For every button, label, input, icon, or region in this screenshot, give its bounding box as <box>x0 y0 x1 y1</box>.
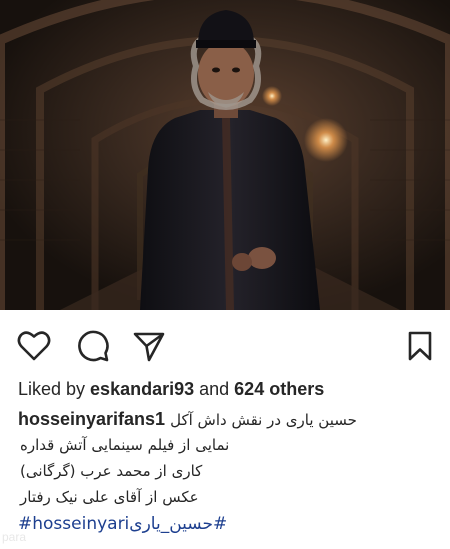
post-photo-image <box>0 0 450 310</box>
caption-first-row: hosseinyarifans1 حسین یاری در نقش داش آک… <box>18 406 438 432</box>
likes-middle: and <box>194 379 235 399</box>
caption-line: عکس از آقای علی نیک رفتار <box>20 488 199 506</box>
caption-username-link[interactable]: hosseinyarifans1 <box>18 409 165 429</box>
heart-icon <box>17 331 51 361</box>
save-button[interactable] <box>402 328 438 364</box>
hashtag-link[interactable]: #حسین_یاری <box>129 514 227 534</box>
paper-plane-icon <box>133 332 165 362</box>
caption-hashtags: #hosseinyari#حسین_یاری <box>18 510 438 538</box>
like-button[interactable] <box>16 328 52 364</box>
hashtag-link[interactable]: #hosseinyari <box>18 514 129 534</box>
caption-line: حسین یاری در نقش داش آکل <box>170 411 357 429</box>
likes-prefix: Liked by <box>18 379 91 399</box>
post-caption: hosseinyarifans1 حسین یاری در نقش داش آک… <box>18 406 438 538</box>
caption-line: نمایی از فیلم سینمایی آتش قداره <box>20 436 230 454</box>
comment-button[interactable] <box>75 328 111 364</box>
caption-line: کاری از محمد عرب (گرگانی) <box>20 462 203 480</box>
bookmark-icon <box>408 331 432 361</box>
post-action-bar <box>0 322 450 366</box>
likes-summary: Liked by eskandari93 and 624 others <box>18 378 438 400</box>
post-photo[interactable] <box>0 0 450 310</box>
share-button[interactable] <box>131 328 167 364</box>
speech-bubble-icon <box>78 330 109 362</box>
liked-by-user-link[interactable]: eskandari93 <box>90 379 194 399</box>
likes-others-link[interactable]: 624 others <box>234 379 324 399</box>
watermark: para <box>2 530 27 544</box>
